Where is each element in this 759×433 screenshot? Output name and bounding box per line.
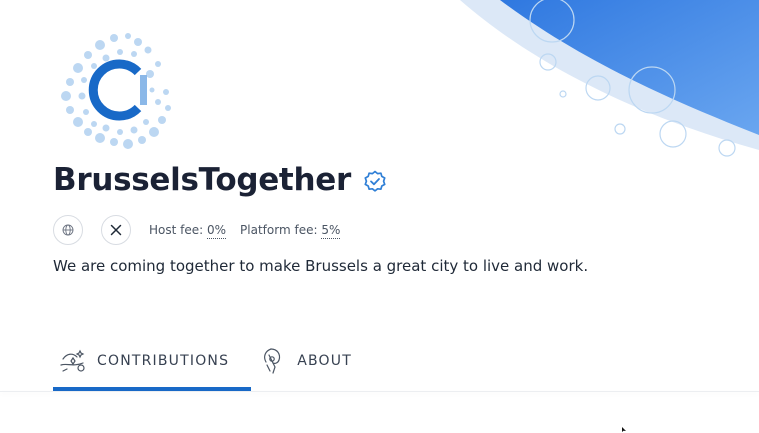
platform-fee: Platform fee: 5% (240, 223, 341, 239)
x-twitter-icon (110, 224, 122, 236)
website-link-button[interactable] (53, 215, 83, 245)
tab-about-label: ABOUT (297, 353, 352, 369)
meta-row: Host fee: 0% Platform fee: 5% (53, 214, 354, 246)
tab-about[interactable]: ABOUT (251, 335, 374, 387)
section-tabs: CONTRIBUTIONS ABOUT (53, 335, 374, 391)
platform-fee-label: Platform fee: (240, 223, 318, 237)
globe-icon (62, 224, 74, 236)
tabs-divider (0, 391, 759, 392)
host-fee-label: Host fee: (149, 223, 204, 237)
tab-contributions-label: CONTRIBUTIONS (97, 353, 230, 369)
mouse-cursor-icon (622, 427, 626, 432)
host-fee-value[interactable]: 0% (207, 223, 227, 239)
verified-badge-icon (364, 170, 386, 192)
contributions-icon (60, 349, 85, 372)
hero-wave-art (460, 0, 759, 157)
collective-description: We are coming together to make Brussels … (53, 257, 589, 275)
twitter-link-button[interactable] (101, 215, 131, 245)
tab-contributions[interactable]: CONTRIBUTIONS (53, 335, 252, 391)
collective-name: BrusselsTogether (53, 162, 351, 198)
collective-logo (61, 33, 171, 149)
host-fee: Host fee: 0% (149, 223, 227, 239)
title-row: BrusselsTogether (53, 158, 387, 202)
platform-fee-value[interactable]: 5% (321, 223, 341, 239)
about-icon (264, 348, 281, 374)
